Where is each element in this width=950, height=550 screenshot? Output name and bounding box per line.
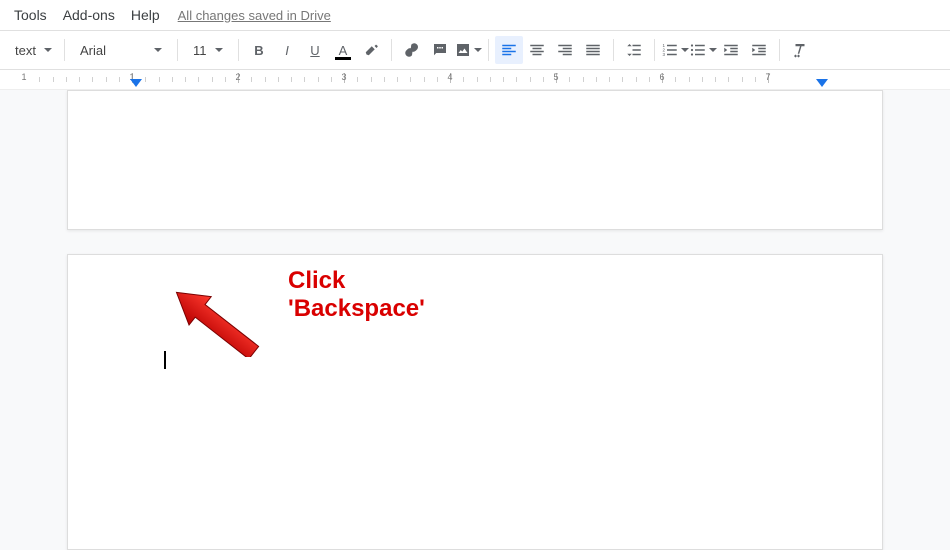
link-icon xyxy=(403,41,421,59)
toolbar-separator xyxy=(488,39,489,61)
document-area[interactable]: Click 'Backspace' xyxy=(0,90,950,550)
decrease-indent-icon xyxy=(722,41,740,59)
toolbar-separator xyxy=(779,39,780,61)
numbered-list-icon: 123 xyxy=(661,41,679,59)
italic-button[interactable]: I xyxy=(273,36,301,64)
image-icon xyxy=(454,41,472,59)
insert-image-button[interactable] xyxy=(454,36,482,64)
styles-label: text xyxy=(15,43,36,58)
italic-icon: I xyxy=(285,43,289,58)
bulleted-list-icon xyxy=(689,41,707,59)
right-indent-marker[interactable] xyxy=(816,79,828,87)
page-previous[interactable] xyxy=(67,90,883,230)
styles-dropdown[interactable]: text xyxy=(6,37,58,63)
bulleted-list-button[interactable] xyxy=(689,36,717,64)
page-current[interactable]: Click 'Backspace' xyxy=(67,254,883,550)
chevron-down-icon xyxy=(709,48,717,52)
chevron-down-icon xyxy=(474,48,482,52)
menu-help[interactable]: Help xyxy=(123,3,168,27)
clear-formatting-icon xyxy=(791,41,809,59)
underline-button[interactable]: U xyxy=(301,36,329,64)
annotation-text: Click 'Backspace' xyxy=(288,267,425,323)
text-cursor xyxy=(164,351,166,369)
align-right-button[interactable] xyxy=(551,36,579,64)
toolbar-separator xyxy=(391,39,392,61)
line-spacing-button[interactable] xyxy=(620,36,648,64)
text-color-icon: A xyxy=(339,43,348,58)
toolbar-separator xyxy=(613,39,614,61)
align-justify-icon xyxy=(584,41,602,59)
font-size-label: 11 xyxy=(193,43,207,58)
increase-indent-button[interactable] xyxy=(745,36,773,64)
align-left-button[interactable] xyxy=(495,36,523,64)
toolbar-separator xyxy=(177,39,178,61)
text-color-button[interactable]: A xyxy=(329,36,357,64)
decrease-indent-button[interactable] xyxy=(717,36,745,64)
insert-comment-button[interactable] xyxy=(426,36,454,64)
insert-link-button[interactable] xyxy=(398,36,426,64)
toolbar: text Arial 11 B I U A xyxy=(0,30,950,70)
menu-bar: Tools Add-ons Help All changes saved in … xyxy=(0,0,950,30)
toolbar-separator xyxy=(238,39,239,61)
bold-button[interactable]: B xyxy=(245,36,273,64)
toolbar-separator xyxy=(654,39,655,61)
numbered-list-button[interactable]: 123 xyxy=(661,36,689,64)
annotation-overlay: Click 'Backspace' xyxy=(148,267,368,362)
bold-icon: B xyxy=(254,43,263,58)
font-family-dropdown[interactable]: Arial xyxy=(71,37,171,63)
toolbar-separator xyxy=(64,39,65,61)
line-spacing-icon xyxy=(625,41,643,59)
clear-formatting-button[interactable] xyxy=(786,36,814,64)
underline-icon: U xyxy=(310,43,319,58)
annotation-arrow-icon xyxy=(148,267,368,357)
font-label: Arial xyxy=(80,43,106,58)
chevron-down-icon xyxy=(681,48,689,52)
ruler[interactable]: 11234567 xyxy=(0,70,950,90)
menu-addons[interactable]: Add-ons xyxy=(55,3,123,27)
svg-text:3: 3 xyxy=(663,52,666,57)
chevron-down-icon xyxy=(215,48,223,52)
font-size-dropdown[interactable]: 11 xyxy=(184,37,232,63)
chevron-down-icon xyxy=(44,48,52,52)
highlight-icon xyxy=(362,41,380,59)
left-indent-marker[interactable] xyxy=(130,79,142,87)
comment-icon xyxy=(431,41,449,59)
highlight-button[interactable] xyxy=(357,36,385,64)
align-justify-button[interactable] xyxy=(579,36,607,64)
chevron-down-icon xyxy=(154,48,162,52)
increase-indent-icon xyxy=(750,41,768,59)
align-center-button[interactable] xyxy=(523,36,551,64)
align-center-icon xyxy=(528,41,546,59)
align-right-icon xyxy=(556,41,574,59)
menu-tools[interactable]: Tools xyxy=(6,3,55,27)
align-left-icon xyxy=(500,41,518,59)
save-status[interactable]: All changes saved in Drive xyxy=(178,8,331,23)
